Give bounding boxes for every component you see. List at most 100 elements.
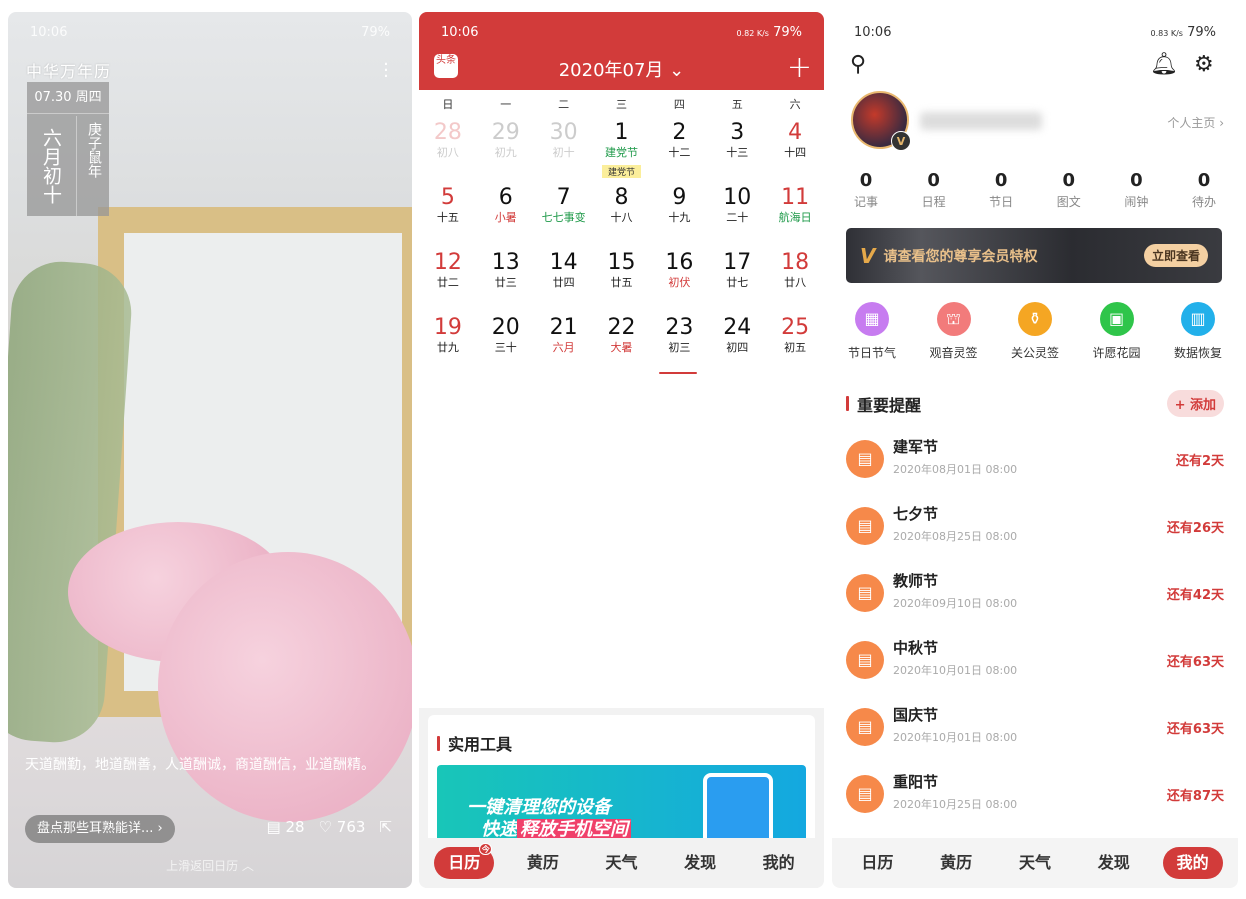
lunar-label: 十八 <box>610 211 633 224</box>
stat-item[interactable]: 0 节日 <box>981 170 1021 210</box>
tab-label: 发现 <box>684 853 717 872</box>
tab-1[interactable]: 黄历 <box>513 847 573 879</box>
calendar-icon: ▤ <box>846 775 884 813</box>
day-number: 3 <box>730 120 745 145</box>
reminder-item[interactable]: ▤ 七夕节 2020年08月25日 08:00 还有26天 <box>846 503 1224 553</box>
cleaner-banner[interactable]: 一键清理您的设备 快速 释放手机空间 <box>437 765 806 845</box>
day-cell[interactable]: 9 十九 <box>650 185 708 225</box>
day-cell[interactable]: 12 廿二 <box>419 250 477 290</box>
stat-item[interactable]: 0 记事 <box>846 170 886 210</box>
stat-label: 待办 <box>1191 195 1216 209</box>
feature-item[interactable]: ▦ 节日节气 <box>836 302 908 361</box>
day-cell[interactable]: 1 建党节 建党节 <box>593 120 651 179</box>
day-cell[interactable]: 23 初三 <box>650 315 708 355</box>
day-number: 5 <box>440 185 455 210</box>
article-link[interactable]: 盘点那些耳熟能详... › <box>25 815 175 843</box>
day-cell[interactable]: 16 初伏 <box>650 250 708 290</box>
calendar-week: 28 初八 29 初九 30 初十 1 建党节 建党节 2 十二 3 十三 4 十四 <box>419 120 824 179</box>
more-icon[interactable]: · · · <box>382 56 390 86</box>
vip-badge-icon: V <box>891 131 911 151</box>
gear-icon[interactable]: ⚙ <box>1194 52 1214 77</box>
lunar-label: 十四 <box>784 146 807 159</box>
swipe-hint: 上滑返回日历 ︿ <box>166 859 254 873</box>
calendar-icon: ▤ <box>846 574 884 612</box>
day-cell[interactable]: 5 十五 <box>419 185 477 225</box>
stat-item[interactable]: 0 图文 <box>1049 170 1089 210</box>
username-blurred <box>920 112 1042 130</box>
tab-3[interactable]: 发现 <box>1084 847 1144 879</box>
date-card: 07.30 周四 六月初十 庚子鼠年 <box>27 82 109 216</box>
day-number: 23 <box>665 315 694 340</box>
like-button[interactable]: ♡ 763 <box>319 818 366 836</box>
vip-view-button[interactable]: 立即查看 <box>1143 244 1208 267</box>
day-cell[interactable]: 30 初十 <box>535 120 593 179</box>
day-cell[interactable]: 14 廿四 <box>535 250 593 290</box>
day-cell[interactable]: 17 廿七 <box>708 250 766 290</box>
day-cell[interactable]: 4 十四 <box>766 120 824 179</box>
tab-0[interactable]: 日历今 <box>434 843 495 879</box>
day-cell[interactable]: 3 十三 <box>708 120 766 179</box>
tab-0[interactable]: 日历 <box>847 847 907 879</box>
bell-icon[interactable]: 🔔︎ <box>1150 52 1178 77</box>
tab-2[interactable]: 天气 <box>591 847 651 879</box>
tab-3[interactable]: 发现 <box>670 847 730 879</box>
reminder-item[interactable]: ▤ 国庆节 2020年10月01日 08:00 还有63天 <box>846 704 1224 754</box>
day-cell[interactable]: 7 七七事变 <box>535 185 593 225</box>
day-cell[interactable]: 8 十八 <box>593 185 651 225</box>
tab-2[interactable]: 天气 <box>1005 847 1065 879</box>
day-cell[interactable]: 15 廿五 <box>593 250 651 290</box>
feature-item[interactable]: ▥ 数据恢复 <box>1162 302 1234 361</box>
lunar-label: 廿八 <box>784 276 807 289</box>
day-number: 16 <box>665 250 694 275</box>
drag-indicator[interactable] <box>659 372 697 374</box>
reminder-item[interactable]: ▤ 重阳节 2020年10月25日 08:00 还有87天 <box>846 771 1224 821</box>
weekday-label: 二 <box>558 98 570 111</box>
vip-banner[interactable]: V 请查看您的尊享会员特权 立即查看 <box>846 228 1222 283</box>
day-cell[interactable]: 20 三十 <box>477 315 535 355</box>
feature-item[interactable]: ▣ 许愿花园 <box>1081 302 1153 361</box>
day-cell[interactable]: 13 廿三 <box>477 250 535 290</box>
day-number: 1 <box>614 120 629 145</box>
day-cell[interactable]: 6 小暑 <box>477 185 535 225</box>
article-title: 盘点那些耳熟能详... <box>37 821 154 836</box>
comment-button[interactable]: ▤ 28 <box>266 818 304 836</box>
calendar-header: 10:06 0.82 K/s 79% 头条 2020年07月 ⌄ + <box>419 12 824 90</box>
reminder-item[interactable]: ▤ 中秋节 2020年10月01日 08:00 还有63天 <box>846 637 1224 687</box>
day-cell[interactable]: 19 廿九 <box>419 315 477 355</box>
day-cell[interactable]: 29 初九 <box>477 120 535 179</box>
day-cell[interactable]: 24 初四 <box>708 315 766 355</box>
section-title: 实用工具 <box>437 731 512 755</box>
day-cell[interactable]: 22 大暑 <box>593 315 651 355</box>
reminder-date: 2020年10月01日 08:00 <box>893 664 1018 677</box>
day-cell[interactable]: 21 六月 <box>535 315 593 355</box>
share-icon[interactable]: ⇱ <box>379 818 392 836</box>
day-cell[interactable]: 18 廿八 <box>766 250 824 290</box>
day-cell[interactable]: 11 航海日 <box>766 185 824 225</box>
reminder-item[interactable]: ▤ 教师节 2020年09月10日 08:00 还有42天 <box>846 570 1224 620</box>
lunar-label: 十五 <box>436 211 459 224</box>
reminder-item[interactable]: ▤ 建军节 2020年08月01日 08:00 还有2天 <box>846 436 1224 486</box>
avatar[interactable]: V <box>851 91 911 151</box>
feature-item[interactable]: ⚱ 关公灵签 <box>999 302 1071 361</box>
status-time: 10:06 <box>854 24 892 40</box>
add-icon[interactable]: + <box>787 50 812 85</box>
stat-label: 图文 <box>1056 195 1081 209</box>
day-cell[interactable]: 25 初五 <box>766 315 824 355</box>
month-selector[interactable]: 2020年07月 ⌄ <box>419 56 824 82</box>
add-reminder-button[interactable]: + 添加 <box>1166 390 1224 417</box>
tab-4[interactable]: 我的 <box>1162 847 1223 879</box>
lunar-label: 小暑 <box>494 211 517 224</box>
stat-item[interactable]: 0 待办 <box>1184 170 1224 210</box>
day-cell[interactable]: 2 十二 <box>650 120 708 179</box>
stat-item[interactable]: 0 日程 <box>914 170 954 210</box>
status-time: 10:06 <box>30 24 68 40</box>
day-number: 22 <box>607 315 636 340</box>
profile-link[interactable]: 个人主页 › <box>1167 114 1224 131</box>
tab-4[interactable]: 我的 <box>749 847 809 879</box>
stat-item[interactable]: 0 闹钟 <box>1116 170 1156 210</box>
tab-1[interactable]: 黄历 <box>926 847 986 879</box>
day-cell[interactable]: 10 二十 <box>708 185 766 225</box>
feature-item[interactable]: ⛫ 观音灵签 <box>918 302 990 361</box>
search-icon[interactable]: ⚲ <box>850 52 866 77</box>
day-cell[interactable]: 28 初八 <box>419 120 477 179</box>
